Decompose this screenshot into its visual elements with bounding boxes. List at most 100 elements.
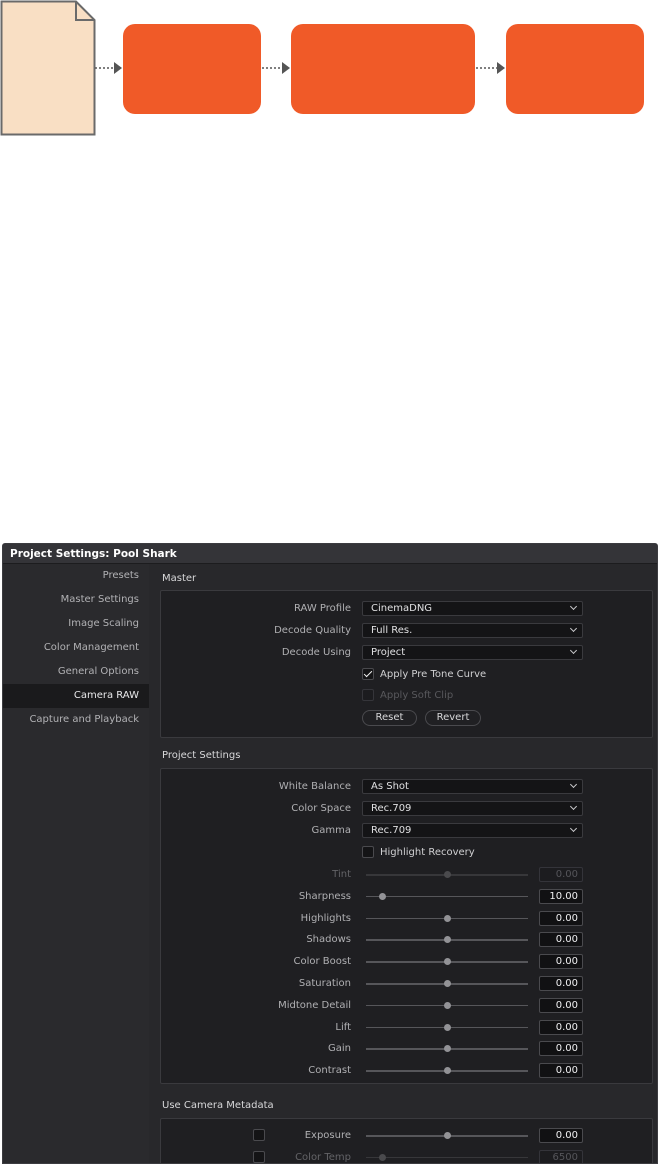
sharpness-label: Sharpness [298, 890, 351, 902]
slider-knob[interactable] [443, 871, 451, 878]
sidebar-item-image-scaling[interactable]: Image Scaling [3, 612, 149, 636]
slider-knob[interactable] [443, 1045, 451, 1053]
revert-button[interactable]: Revert [425, 710, 481, 726]
color-boost-value-field[interactable]: 0.00 [539, 954, 583, 970]
slider-knob[interactable] [443, 980, 451, 987]
highlights-value-field[interactable]: 0.00 [539, 910, 583, 926]
reset-button[interactable]: Reset [362, 710, 417, 726]
decode-quality-value: Full Res. [371, 625, 413, 636]
tint-label: Tint [332, 869, 351, 880]
highlight-recovery-checkbox[interactable] [362, 846, 374, 858]
slider-knob[interactable] [378, 892, 386, 900]
slider-knob[interactable] [443, 958, 451, 966]
saturation-slider[interactable] [366, 979, 528, 989]
color-space-dropdown[interactable]: Rec.709 [362, 801, 583, 816]
apply-pre-tone-curve-label: Apply Pre Tone Curve [380, 669, 487, 680]
source-document-icon [0, 0, 96, 136]
sidebar-item-presets[interactable]: Presets [3, 564, 149, 588]
chevron-down-icon [569, 824, 578, 833]
master-section-title: Master [162, 573, 197, 584]
gamma-dropdown[interactable]: Rec.709 [362, 823, 583, 838]
gamma-label: Gamma [311, 825, 352, 836]
decode-using-dropdown[interactable]: Project [362, 645, 583, 660]
project-settings-section-title: Project Settings [162, 750, 241, 761]
exposure-value-field[interactable]: 0.00 [539, 1128, 583, 1143]
color-temp-slider[interactable] [366, 1153, 528, 1163]
color-temp-label: Color Temp [295, 1151, 351, 1163]
slider-track [366, 1156, 528, 1159]
gain-slider[interactable] [366, 1044, 528, 1054]
settings-content: Master RAW Profile CinemaDNG Decode Qual… [155, 564, 657, 1163]
raw-profile-value: CinemaDNG [371, 603, 433, 614]
slider-knob[interactable] [443, 1067, 451, 1075]
stage-box-3 [506, 24, 644, 114]
apply-soft-clip-checkbox[interactable] [362, 689, 374, 701]
saturation-label: Saturation [298, 978, 351, 989]
sidebar-item-master-settings[interactable]: Master Settings [3, 588, 149, 612]
sidebar-item-camera-raw[interactable]: Camera RAW [3, 684, 149, 708]
contrast-slider[interactable] [366, 1066, 528, 1076]
sidebar-item-general-options[interactable]: General Options [3, 660, 149, 684]
color-boost-label: Color Boost [293, 956, 351, 968]
color-space-label: Color Space [291, 803, 351, 814]
tint-value-field[interactable]: 0.00 [539, 867, 583, 882]
decode-quality-dropdown[interactable]: Full Res. [362, 623, 583, 638]
color-boost-slider[interactable] [366, 957, 528, 967]
stage-box-1 [123, 24, 261, 114]
slider-knob[interactable] [443, 1001, 451, 1009]
arrow-1-icon [114, 62, 122, 74]
camera-metadata-section-title: Use Camera Metadata [162, 1100, 274, 1111]
gain-value-field[interactable]: 0.00 [539, 1041, 583, 1057]
lift-slider[interactable] [366, 1023, 528, 1033]
contrast-value-field[interactable]: 0.00 [539, 1063, 583, 1079]
midtone-detail-value-field[interactable]: 0.00 [539, 997, 583, 1013]
project-settings-panel: White Balance As Shot Color Space Rec.70… [160, 768, 653, 1084]
white-balance-label: White Balance [278, 781, 351, 792]
midtone-detail-slider[interactable] [366, 1001, 528, 1011]
shadows-value-field[interactable]: 0.00 [539, 932, 583, 948]
saturation-value-field[interactable]: 0.00 [539, 976, 583, 991]
gamma-value: Rec.709 [371, 825, 412, 836]
color-temp-value-field[interactable]: 6500 [539, 1149, 583, 1163]
contrast-label: Contrast [308, 1065, 351, 1077]
slider-knob[interactable] [443, 914, 451, 922]
gain-label: Gain [328, 1043, 351, 1055]
shadows-label: Shadows [306, 934, 351, 946]
master-panel: RAW Profile CinemaDNG Decode Quality Ful… [160, 590, 653, 738]
settings-sidebar: Presets Master Settings Image Scaling Co… [3, 564, 149, 1163]
chevron-down-icon [569, 802, 578, 811]
highlights-label: Highlights [300, 912, 351, 924]
sidebar-item-capture-and-playback[interactable]: Capture and Playback [3, 708, 149, 732]
raw-profile-dropdown[interactable]: CinemaDNG [362, 601, 583, 616]
checkmark-icon [363, 668, 373, 678]
highlight-recovery-label: Highlight Recovery [380, 847, 475, 858]
arrow-2-icon [282, 62, 290, 74]
lift-label: Lift [335, 1021, 351, 1033]
apply-pre-tone-curve-checkbox[interactable] [362, 668, 374, 680]
white-balance-dropdown[interactable]: As Shot [362, 779, 583, 794]
pipeline-diagram [0, 0, 644, 136]
slider-knob[interactable] [443, 936, 451, 944]
highlights-slider[interactable] [366, 914, 528, 924]
tint-slider[interactable] [366, 870, 528, 880]
sharpness-slider[interactable] [366, 892, 528, 902]
arrow-3-icon [497, 62, 505, 74]
sharpness-value-field[interactable]: 10.00 [539, 888, 583, 904]
project-settings-window: Project Settings: Pool Shark Presets Mas… [2, 543, 658, 1164]
slider-knob[interactable] [443, 1023, 451, 1031]
exposure-slider[interactable] [366, 1131, 528, 1141]
stage-box-2 [291, 24, 475, 114]
chevron-down-icon [569, 780, 578, 789]
lift-value-field[interactable]: 0.00 [539, 1019, 583, 1035]
white-balance-value: As Shot [371, 781, 409, 792]
raw-profile-label: RAW Profile [294, 603, 351, 614]
slider-knob[interactable] [378, 1153, 386, 1161]
slider-knob[interactable] [443, 1132, 451, 1139]
sidebar-item-color-management[interactable]: Color Management [3, 636, 149, 660]
chevron-down-icon [569, 602, 578, 611]
shadows-slider[interactable] [366, 935, 528, 945]
slider-track [366, 895, 528, 898]
decode-quality-label: Decode Quality [274, 625, 351, 636]
chevron-down-icon [569, 624, 578, 633]
chevron-down-icon [569, 646, 578, 655]
